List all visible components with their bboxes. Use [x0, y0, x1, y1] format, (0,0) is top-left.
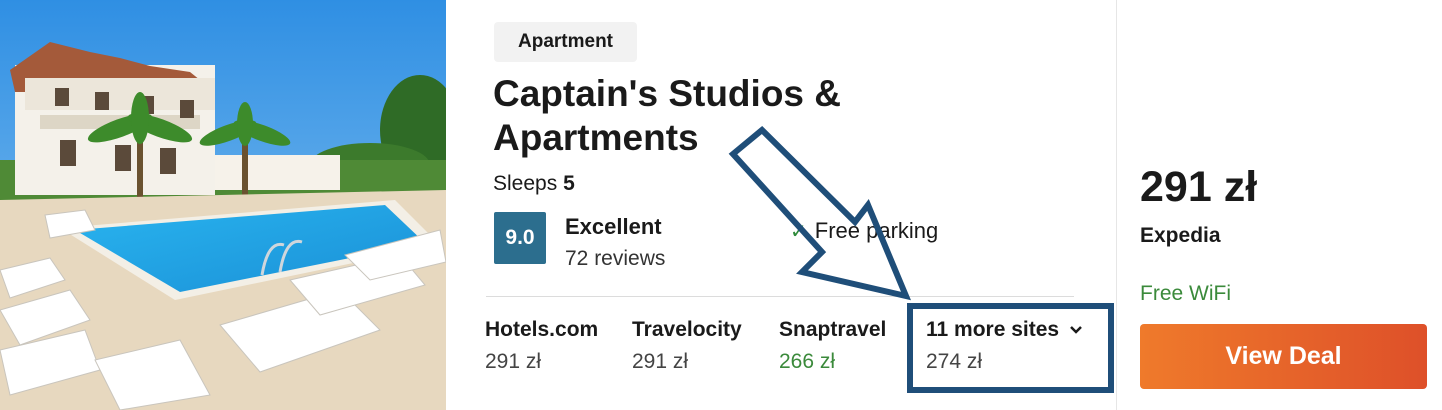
- site-offer-travelocity[interactable]: Travelocity 291 zł: [632, 318, 742, 374]
- hotel-photo[interactable]: [0, 0, 446, 410]
- reviews-link[interactable]: 72 reviews: [565, 247, 665, 271]
- more-sites-dropdown[interactable]: 11 more sites 274 zł: [926, 318, 1083, 374]
- rating-score-badge: 9.0: [494, 212, 546, 264]
- deal-provider: Expedia: [1140, 224, 1221, 247]
- property-type-badge: Apartment: [494, 22, 638, 62]
- sleeps-count: 5: [563, 172, 575, 195]
- amenity-free-parking: ✓ Free parking: [790, 218, 938, 244]
- hotel-title[interactable]: Captain's Studios & Apartments: [493, 72, 923, 160]
- site-name: Snaptravel: [779, 318, 887, 341]
- deal-price: 291 zł: [1140, 163, 1258, 211]
- sleeps-info: Sleeps 5: [493, 172, 575, 196]
- chevron-down-icon: [1069, 322, 1083, 338]
- divider: [486, 296, 1074, 297]
- check-icon: ✓: [790, 220, 807, 243]
- more-sites-label: 11 more sites: [926, 318, 1060, 341]
- site-price: 266 zł: [779, 350, 836, 373]
- site-offer-hotels-com[interactable]: Hotels.com 291 zł: [485, 318, 598, 374]
- deal-perk: Free WiFi: [1140, 282, 1231, 305]
- listing-info: Apartment Captain's Studios & Apartments…: [446, 0, 1116, 410]
- sleeps-label: Sleeps: [493, 172, 558, 195]
- hotel-listing-card: Apartment Captain's Studios & Apartments…: [0, 0, 1442, 410]
- deal-panel: 291 zł Expedia Free WiFi View Deal: [1116, 0, 1442, 410]
- view-deal-button[interactable]: View Deal: [1140, 324, 1427, 389]
- amenity-label: Free parking: [814, 218, 939, 243]
- site-name: Hotels.com: [485, 318, 599, 341]
- rating-word: Excellent: [565, 214, 662, 239]
- site-name: Travelocity: [632, 318, 742, 341]
- site-offer-snaptravel[interactable]: Snaptravel 266 zł: [779, 318, 886, 374]
- site-price: 274 zł: [926, 350, 983, 373]
- site-price: 291 zł: [485, 350, 542, 373]
- more-sites-row: 11 more sites: [926, 318, 1083, 342]
- site-price: 291 zł: [632, 350, 689, 373]
